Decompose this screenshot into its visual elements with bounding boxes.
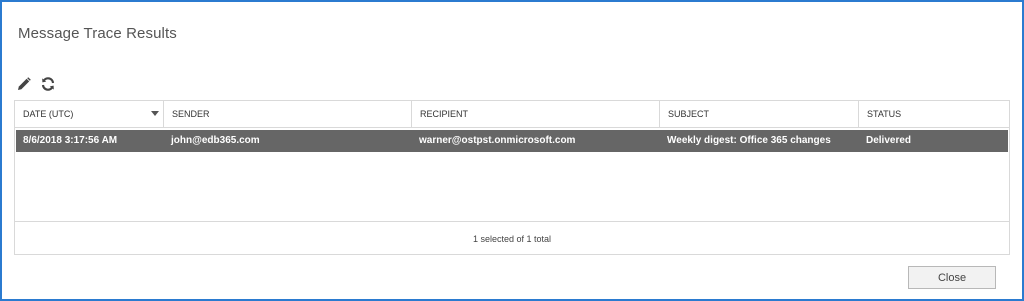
cell-date: 8/6/2018 3:17:56 AM bbox=[23, 135, 118, 146]
column-header-label: DATE (UTC) bbox=[23, 109, 74, 119]
column-header-label: RECIPIENT bbox=[420, 109, 469, 119]
cell-status: Delivered bbox=[866, 135, 912, 146]
column-header-date[interactable]: DATE (UTC) bbox=[15, 101, 164, 127]
cell-subject: Weekly digest: Office 365 changes bbox=[667, 135, 831, 146]
refresh-icon[interactable] bbox=[40, 76, 56, 92]
message-trace-dialog: Message Trace Results DATE (UTC) SENDER … bbox=[0, 0, 1024, 301]
column-header-label: SENDER bbox=[172, 109, 210, 119]
column-header-subject[interactable]: SUBJECT bbox=[660, 101, 859, 127]
cell-recipient: warner@ostpst.onmicrosoft.com bbox=[419, 135, 576, 146]
toolbar bbox=[16, 75, 56, 93]
column-header-recipient[interactable]: RECIPIENT bbox=[412, 101, 660, 127]
pencil-icon[interactable] bbox=[16, 76, 32, 92]
column-header-status[interactable]: STATUS bbox=[859, 101, 1009, 127]
cell-sender: john@edb365.com bbox=[171, 135, 260, 146]
sort-descending-icon bbox=[151, 111, 159, 116]
column-header-sender[interactable]: SENDER bbox=[164, 101, 412, 127]
table-row[interactable]: 8/6/2018 3:17:56 AM john@edb365.com warn… bbox=[16, 130, 1008, 152]
grid-header: DATE (UTC) SENDER RECIPIENT SUBJECT STAT… bbox=[15, 101, 1009, 128]
column-header-label: STATUS bbox=[867, 109, 902, 119]
results-grid: DATE (UTC) SENDER RECIPIENT SUBJECT STAT… bbox=[14, 100, 1010, 255]
column-header-label: SUBJECT bbox=[668, 109, 710, 119]
close-button[interactable]: Close bbox=[908, 266, 996, 289]
dialog-title: Message Trace Results bbox=[18, 25, 177, 42]
grid-footer-status: 1 selected of 1 total bbox=[15, 221, 1009, 255]
